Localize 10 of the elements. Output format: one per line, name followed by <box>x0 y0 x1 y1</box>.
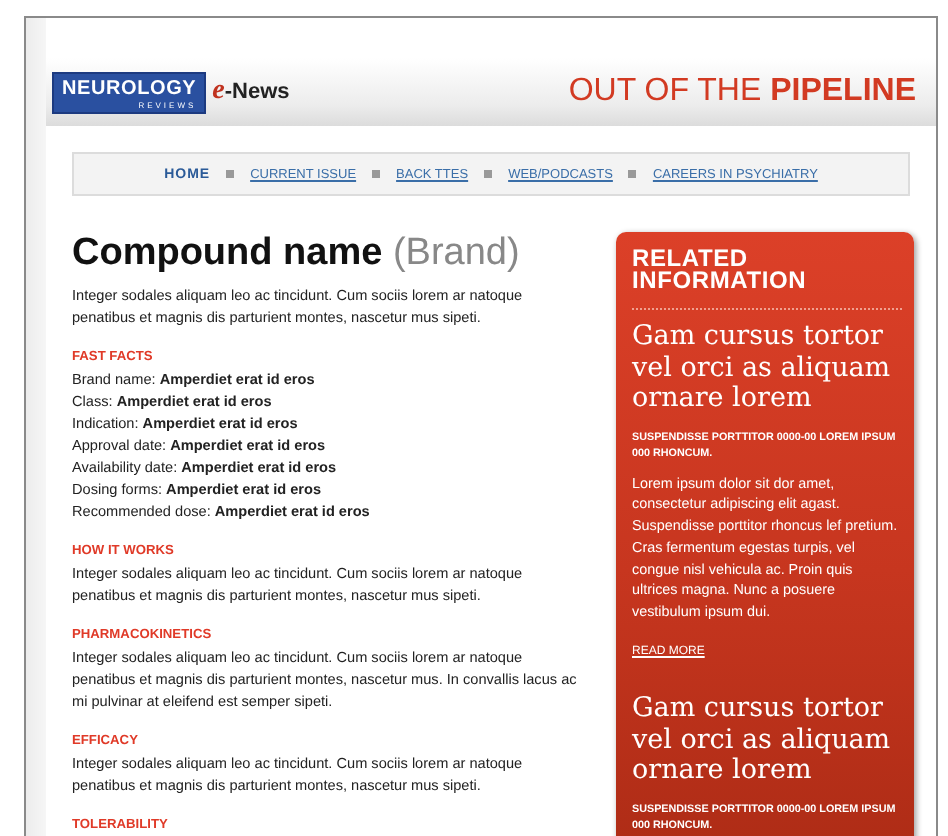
article-title: Compound name (Brand) <box>72 232 522 276</box>
bullet-icon <box>226 170 235 178</box>
bullet-icon <box>484 170 493 178</box>
bullet-icon <box>372 170 381 178</box>
bullet-icon <box>628 170 637 178</box>
related-title[interactable]: Gam cursus tortor vel orci as aliquam ornare lorem <box>632 322 902 415</box>
product-name: e-News <box>212 76 290 108</box>
section-title: OUT OF THE PIPELINE <box>568 74 916 110</box>
sidebar-heading: RELATED INFORMATION <box>632 248 809 292</box>
related-title[interactable]: Gam cursus tortor vel orci as aliquam ornare lorem <box>632 694 902 788</box>
